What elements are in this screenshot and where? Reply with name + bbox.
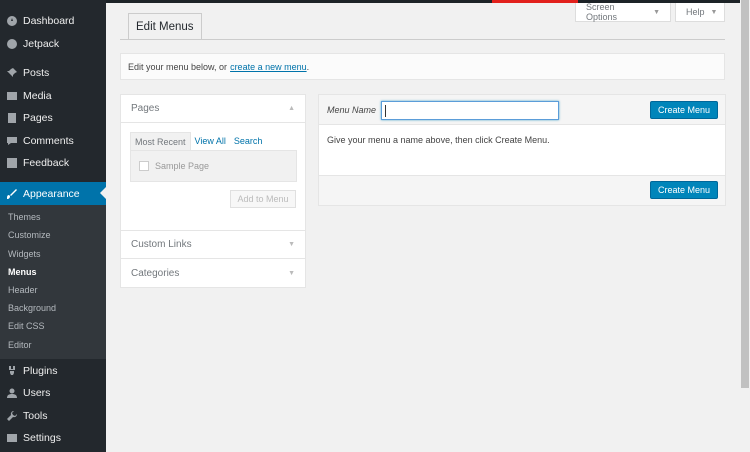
media-icon bbox=[6, 90, 18, 102]
pages-title: Pages bbox=[131, 103, 160, 114]
jetpack-icon bbox=[6, 38, 18, 50]
menu-edit-panel: Menu Name Create Menu Give your menu a n… bbox=[318, 94, 726, 206]
manage-menus-notice: Edit your menu below, or create a new me… bbox=[120, 53, 725, 80]
scrollbar-thumb[interactable] bbox=[741, 0, 749, 388]
manage-suffix: . bbox=[306, 61, 310, 72]
sample-page-label: Sample Page bbox=[155, 161, 210, 171]
add-to-menu-button[interactable]: Add to Menu bbox=[230, 190, 296, 208]
menu-edit-footer: Create Menu bbox=[319, 175, 725, 205]
sidebar-item-posts[interactable]: Posts bbox=[0, 62, 106, 84]
custom-links-section-header[interactable]: Custom Links ▼ bbox=[121, 231, 305, 259]
sidebar-item-tools[interactable]: Tools bbox=[0, 405, 106, 427]
sidebar-item-appearance[interactable]: Appearance bbox=[0, 182, 106, 205]
submenu-item-background[interactable]: Background bbox=[8, 303, 56, 313]
pages-tabs: Most Recent View All Search bbox=[130, 132, 297, 150]
tab-view-all[interactable]: View All bbox=[191, 132, 230, 150]
caret-down-icon: ▼ bbox=[653, 8, 660, 16]
sidebar-item-media[interactable]: Media bbox=[0, 85, 106, 107]
sidebar-item-pages[interactable]: Pages bbox=[0, 107, 106, 129]
menu-edit-header: Menu Name Create Menu bbox=[319, 95, 725, 125]
caret-down-icon: ▼ bbox=[288, 269, 295, 277]
sidebar-item-users[interactable]: Users bbox=[0, 382, 106, 404]
tab-divider bbox=[120, 39, 725, 40]
submenu-item-widgets[interactable]: Widgets bbox=[8, 249, 41, 259]
menu-name-label: Menu Name bbox=[327, 105, 377, 115]
screen-options-label: Screen Options bbox=[586, 2, 618, 22]
main-content: Screen Options ▼ Help ▼ Edit Menus Edit … bbox=[106, 2, 750, 452]
sidebar-label: Dashboard bbox=[23, 15, 75, 27]
menu-items-accordion: Pages ▲ Most Recent View All Search Samp… bbox=[120, 94, 306, 288]
pages-list: Sample Page bbox=[130, 150, 297, 182]
sidebar-item-feedback[interactable]: Feedback bbox=[0, 152, 106, 174]
sidebar-label: Settings bbox=[23, 432, 61, 444]
categories-section-header[interactable]: Categories ▼ bbox=[121, 259, 305, 287]
caret-down-icon: ▼ bbox=[710, 8, 718, 16]
comment-icon bbox=[6, 135, 18, 147]
settings-icon bbox=[6, 432, 18, 444]
caret-up-icon: ▲ bbox=[288, 105, 295, 112]
sidebar-label: Users bbox=[23, 387, 51, 399]
pages-icon bbox=[6, 112, 18, 124]
submenu-item-menus[interactable]: Menus bbox=[8, 267, 37, 277]
sample-page-checkbox[interactable] bbox=[139, 161, 149, 171]
sidebar-label: Tools bbox=[23, 410, 48, 422]
pin-icon bbox=[6, 67, 18, 79]
submenu-item-themes[interactable]: Themes bbox=[8, 212, 41, 222]
help-label: Help bbox=[686, 7, 705, 17]
text-cursor bbox=[385, 105, 386, 117]
custom-links-title: Custom Links bbox=[131, 239, 192, 250]
help-button[interactable]: Help ▼ bbox=[675, 3, 725, 22]
appearance-submenu: Themes Customize Widgets Menus Header Ba… bbox=[0, 205, 106, 359]
sidebar-item-dashboard[interactable]: Dashboard bbox=[0, 10, 106, 32]
plugin-icon bbox=[6, 365, 18, 377]
brush-icon bbox=[6, 188, 18, 200]
create-new-menu-link[interactable]: create a new menu bbox=[230, 62, 307, 72]
screen-options-button[interactable]: Screen Options ▼ bbox=[575, 2, 671, 22]
sidebar-label: Feedback bbox=[23, 157, 70, 169]
submenu-item-customize[interactable]: Customize bbox=[8, 230, 51, 240]
pages-section-body: Most Recent View All Search Sample Page … bbox=[121, 123, 305, 231]
sidebar-label: Pages bbox=[23, 112, 53, 124]
categories-title: Categories bbox=[131, 267, 180, 279]
caret-down-icon: ▼ bbox=[288, 241, 295, 248]
sidebar-label: Media bbox=[23, 90, 52, 102]
sidebar-item-jetpack[interactable]: Jetpack bbox=[0, 33, 106, 55]
tab-edit-menus[interactable]: Edit Menus bbox=[128, 13, 202, 40]
submenu-item-edit-css[interactable]: Edit CSS bbox=[8, 321, 45, 331]
create-menu-button-top[interactable]: Create Menu bbox=[650, 101, 719, 119]
sidebar-item-settings[interactable]: Settings bbox=[0, 427, 106, 449]
sidebar-label: Posts bbox=[23, 67, 50, 79]
sidebar-label: Comments bbox=[23, 135, 74, 147]
tab-most-recent[interactable]: Most Recent bbox=[130, 132, 191, 150]
submenu-item-editor[interactable]: Editor bbox=[8, 340, 32, 350]
pages-section-header[interactable]: Pages ▲ bbox=[121, 95, 305, 123]
sidebar-item-plugins[interactable]: Plugins bbox=[0, 360, 106, 382]
submenu-item-header[interactable]: Header bbox=[8, 285, 38, 295]
feedback-icon bbox=[6, 157, 18, 169]
sidebar-label: Plugins bbox=[23, 365, 58, 377]
admin-sidebar: Dashboard Jetpack Posts Media Pages Comm… bbox=[0, 0, 106, 452]
manage-text: Edit your menu below, or bbox=[128, 61, 228, 72]
tab-search[interactable]: Search bbox=[230, 132, 267, 150]
sidebar-label: Jetpack bbox=[23, 38, 60, 50]
wrench-icon bbox=[6, 410, 18, 422]
sidebar-item-comments[interactable]: Comments bbox=[0, 130, 106, 152]
sidebar-label: Appearance bbox=[23, 187, 80, 200]
page-scrollbar[interactable] bbox=[740, 0, 750, 452]
create-menu-button-bottom[interactable]: Create Menu bbox=[650, 181, 719, 199]
user-icon bbox=[6, 387, 18, 399]
dashboard-icon bbox=[6, 15, 18, 27]
menu-name-input[interactable] bbox=[381, 101, 559, 120]
menu-edit-hint: Give your menu a name above, then click … bbox=[327, 135, 550, 145]
